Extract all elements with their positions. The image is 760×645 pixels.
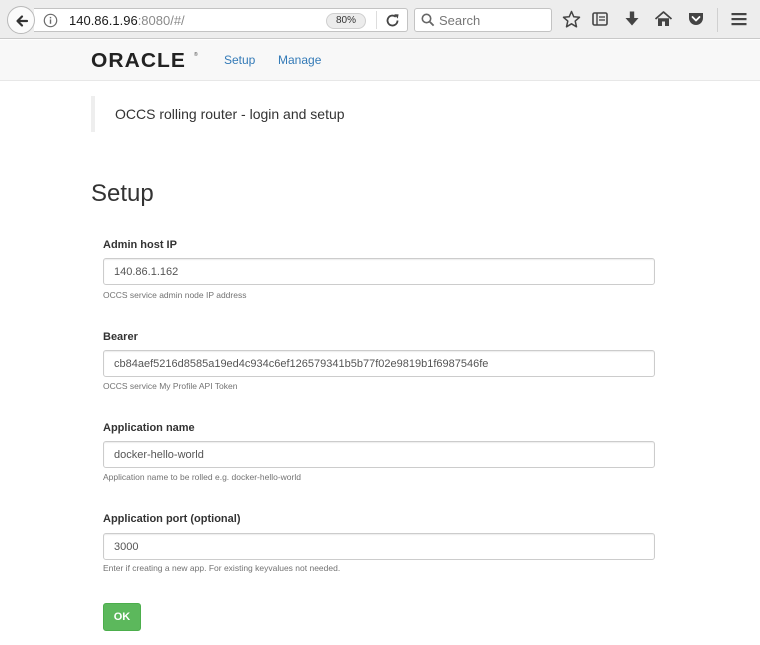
address-bar[interactable]: 140.86.1.96:8080/#/ 80% <box>34 8 408 32</box>
reload-icon[interactable] <box>384 12 401 34</box>
home-icon[interactable] <box>654 10 673 33</box>
url-text: 140.86.1.96:8080/#/ <box>69 13 185 28</box>
toolbar-divider <box>717 8 718 32</box>
browser-toolbar: 140.86.1.96:8080/#/ 80% <box>0 0 760 39</box>
ok-button[interactable]: OK <box>103 603 141 631</box>
page-title: Setup <box>91 180 154 207</box>
search-icon <box>421 13 435 32</box>
admin-host-ip-input[interactable] <box>103 258 655 285</box>
reading-list-icon[interactable] <box>591 10 609 33</box>
admin-host-ip-label: Admin host IP <box>103 239 177 251</box>
application-name-help: Application name to be rolled e.g. docke… <box>103 472 301 482</box>
application-port-help: Enter if creating a new app. For existin… <box>103 563 341 573</box>
bearer-help: OCCS service My Profile API Token <box>103 381 238 391</box>
url-divider <box>376 11 377 29</box>
site-navbar: ORACLE ® Setup Manage <box>0 40 760 81</box>
registered-mark: ® <box>194 52 198 58</box>
download-icon[interactable] <box>623 10 641 33</box>
bearer-label: Bearer <box>103 331 138 343</box>
intro-text: OCCS rolling router - login and setup <box>115 106 345 122</box>
zoom-level-badge[interactable]: 80% <box>326 13 366 29</box>
application-port-input[interactable] <box>103 533 655 560</box>
nav-link-setup[interactable]: Setup <box>224 53 255 67</box>
pocket-icon[interactable] <box>687 10 705 33</box>
back-button[interactable] <box>7 6 35 34</box>
bearer-token-input[interactable] <box>103 350 655 377</box>
back-arrow-icon <box>16 15 29 27</box>
application-name-input[interactable] <box>103 441 655 468</box>
oracle-logo[interactable]: ORACLE <box>91 50 186 73</box>
url-path: :8080/#/ <box>137 13 185 28</box>
search-input[interactable] <box>439 11 547 29</box>
hamburger-menu-icon[interactable] <box>730 10 748 33</box>
admin-host-ip-help: OCCS service admin node IP address <box>103 290 247 300</box>
info-icon[interactable] <box>43 13 58 33</box>
intro-blockquote: OCCS rolling router - login and setup <box>91 96 651 132</box>
bookmark-star-icon[interactable] <box>562 10 581 34</box>
url-host: 140.86.1.96 <box>69 13 138 28</box>
nav-link-manage[interactable]: Manage <box>278 53 321 67</box>
browser-search-box[interactable] <box>414 8 552 32</box>
application-name-label: Application name <box>103 422 195 434</box>
application-port-label: Application port (optional) <box>103 513 241 525</box>
